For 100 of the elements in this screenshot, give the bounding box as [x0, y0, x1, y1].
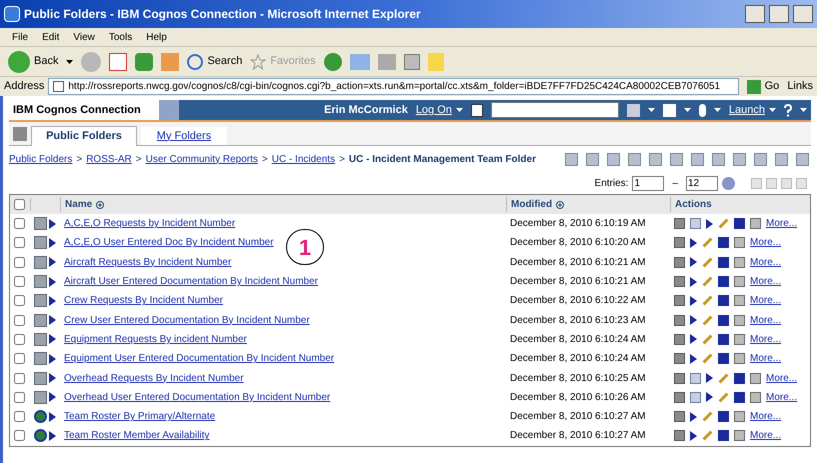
run-icon[interactable]: [690, 296, 697, 306]
help-icon[interactable]: [784, 104, 792, 116]
row-checkbox[interactable]: [14, 276, 25, 288]
links-label[interactable]: Links: [787, 78, 813, 95]
play-icon[interactable]: [49, 257, 56, 268]
play-icon[interactable]: [49, 354, 56, 364]
row-checkbox[interactable]: [14, 314, 25, 326]
row-checkbox[interactable]: [14, 353, 25, 364]
sort-icon[interactable]: [556, 200, 564, 208]
more-link[interactable]: More...: [750, 293, 782, 308]
more-link[interactable]: More...: [750, 428, 782, 444]
sort-icon[interactable]: [96, 200, 104, 208]
back-button[interactable]: Back: [8, 50, 58, 72]
report-link[interactable]: Team Roster By Primary/Alternate: [64, 411, 216, 422]
row-checkbox[interactable]: [14, 256, 25, 268]
report-link[interactable]: Equipment Requests By incident Number: [64, 334, 247, 345]
breadcrumb-link[interactable]: ROSS-AR: [86, 152, 132, 166]
more-link[interactable]: More...: [750, 274, 782, 290]
menu-item[interactable]: Tools: [108, 30, 132, 44]
menu-item[interactable]: View: [73, 30, 95, 44]
pencil-icon[interactable]: [702, 412, 712, 422]
go-button[interactable]: Go: [742, 78, 784, 95]
pencil-icon[interactable]: [702, 238, 712, 248]
play-icon[interactable]: [49, 296, 56, 306]
select-all-checkbox[interactable]: [14, 199, 25, 210]
address-field[interactable]: http://rossreports.nwcg.gov/cognos/c8/cgi-bin/cognos.cgi?b_action=xts.run&m=portal/cc.xts&m_folder=iBDE7FF7FD25C424CA80002CEB7076051: [48, 78, 739, 95]
run-icon[interactable]: [690, 334, 697, 344]
more-link[interactable]: More...: [750, 235, 782, 250]
menu-item[interactable]: Help: [146, 30, 167, 44]
play-icon[interactable]: [49, 430, 56, 441]
row-checkbox[interactable]: [14, 295, 25, 306]
more-link[interactable]: More...: [750, 254, 782, 270]
more-link[interactable]: More...: [750, 351, 782, 366]
launch-menu[interactable]: Launch: [728, 102, 776, 118]
play-icon[interactable]: [49, 218, 56, 229]
report-link[interactable]: Team Roster Member Availability: [64, 430, 210, 442]
report-link[interactable]: Crew User Entered Documentation By Incident Number: [64, 314, 310, 326]
play-icon[interactable]: [49, 373, 56, 384]
report-link[interactable]: Aircraft Requests By Incident Number: [64, 256, 232, 268]
search-button[interactable]: Search: [187, 53, 242, 70]
more-link[interactable]: More...: [766, 216, 798, 232]
row-checkbox[interactable]: [14, 218, 25, 230]
run-icon[interactable]: [690, 276, 697, 287]
run-icon[interactable]: [690, 430, 697, 441]
more-link[interactable]: More...: [750, 409, 782, 424]
menu-item[interactable]: Edit: [42, 30, 60, 44]
report-link[interactable]: Overhead Requests By Incident Number: [64, 372, 244, 384]
run-icon[interactable]: [690, 412, 697, 422]
report-link[interactable]: A,C,E,O Requests by Incident Number: [64, 218, 236, 230]
entries-from-field[interactable]: 1: [632, 176, 664, 190]
play-icon[interactable]: [49, 334, 56, 344]
pencil-icon[interactable]: [702, 430, 712, 441]
pencil-icon[interactable]: [718, 392, 728, 402]
log-on-link[interactable]: Log On: [416, 102, 463, 118]
row-checkbox[interactable]: [14, 392, 25, 403]
more-link[interactable]: More...: [766, 370, 798, 386]
play-icon[interactable]: [49, 412, 56, 422]
pencil-icon[interactable]: [702, 296, 712, 306]
report-link[interactable]: Equipment User Entered Documentation By Incident Number: [64, 353, 334, 364]
pencil-icon[interactable]: [702, 354, 712, 364]
search-input[interactable]: [490, 102, 619, 118]
pencil-icon[interactable]: [718, 373, 728, 383]
run-icon[interactable]: [690, 315, 697, 326]
column-header[interactable]: Name: [65, 197, 92, 212]
breadcrumb-link[interactable]: Public Folders: [9, 152, 72, 166]
more-link[interactable]: More...: [766, 390, 798, 405]
run-icon[interactable]: [706, 218, 713, 229]
pencil-icon[interactable]: [702, 257, 712, 268]
run-icon[interactable]: [706, 392, 713, 402]
breadcrumb-link[interactable]: UC - Incidents: [272, 152, 336, 166]
pencil-icon[interactable]: [702, 276, 712, 286]
pencil-icon[interactable]: [718, 218, 728, 229]
run-icon[interactable]: [690, 257, 697, 268]
report-link[interactable]: Crew Requests By Incident Number: [64, 295, 223, 306]
report-link[interactable]: Overhead User Entered Documentation By Incident Number: [64, 392, 330, 403]
play-icon[interactable]: [49, 392, 56, 402]
pencil-icon[interactable]: [702, 334, 712, 344]
folder-tab[interactable]: Public Folders: [31, 126, 137, 146]
row-checkbox[interactable]: [14, 334, 25, 345]
run-icon[interactable]: [690, 238, 697, 248]
pencil-icon[interactable]: [702, 315, 712, 326]
breadcrumb-link[interactable]: User Community Reports: [146, 152, 258, 166]
column-header[interactable]: Modified: [511, 197, 552, 212]
folder-tab[interactable]: My Folders: [141, 127, 227, 145]
menu-item[interactable]: File: [12, 30, 28, 44]
run-icon[interactable]: [690, 354, 697, 364]
more-link[interactable]: More...: [750, 312, 782, 328]
entries-to-field[interactable]: 12: [686, 176, 718, 190]
run-icon[interactable]: [706, 373, 713, 384]
report-link[interactable]: Aircraft User Entered Documentation By Incident Number: [64, 276, 318, 288]
more-link[interactable]: More...: [750, 332, 782, 347]
row-checkbox[interactable]: [14, 411, 25, 422]
play-icon[interactable]: [49, 238, 56, 248]
caret-icon: [456, 108, 463, 112]
play-icon[interactable]: [49, 276, 56, 287]
row-checkbox[interactable]: [14, 372, 25, 384]
row-checkbox[interactable]: [14, 430, 25, 442]
report-link[interactable]: A,C,E,O User Entered Doc By Incident Number: [64, 237, 274, 248]
row-checkbox[interactable]: [14, 237, 25, 248]
play-icon[interactable]: [49, 315, 56, 326]
